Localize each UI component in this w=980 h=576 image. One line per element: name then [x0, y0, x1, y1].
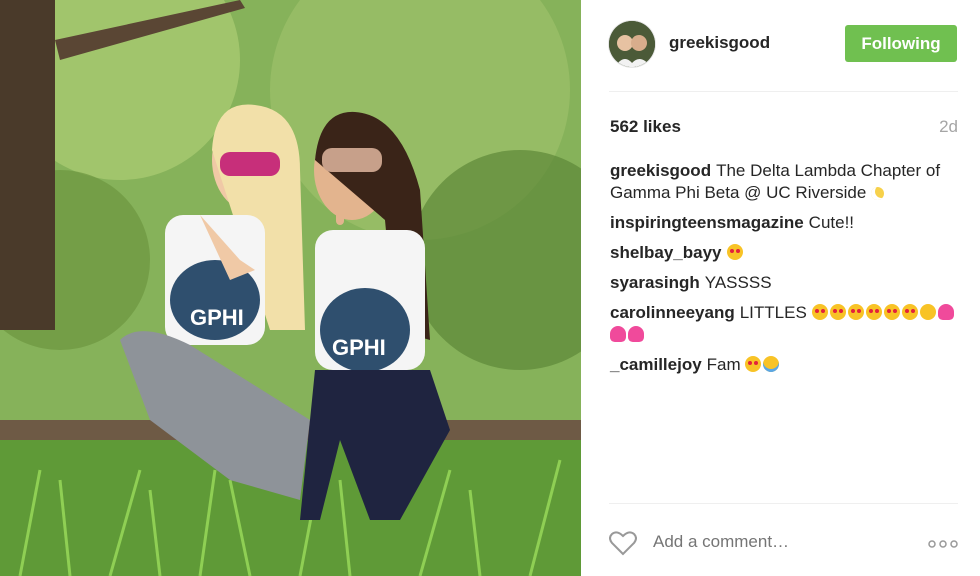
- comment-username[interactable]: shelbay_bayy: [610, 243, 722, 262]
- comment-username[interactable]: greekisgood: [610, 161, 711, 180]
- comment-item: inspiringteensmagazine Cute!!: [610, 212, 960, 234]
- following-button[interactable]: Following: [845, 25, 957, 62]
- heart-eyes-emoji-icon: [847, 304, 864, 320]
- comments-list: greekisgood The Delta Lambda Chapter of G…: [610, 160, 960, 384]
- comment-username[interactable]: syarasingh: [610, 273, 700, 292]
- comment-text: YASSSS: [704, 273, 772, 292]
- post-age[interactable]: 2d: [939, 117, 958, 137]
- comment-text: Fam: [706, 355, 746, 374]
- sob-emoji-icon: [763, 356, 780, 372]
- header-divider: [609, 91, 958, 92]
- post-photo[interactable]: GPHI GPHI: [0, 0, 581, 576]
- pink-heart-emoji-icon: [610, 326, 626, 342]
- post-header: greekisgood Following: [581, 0, 980, 92]
- comment-username[interactable]: inspiringteensmagazine: [610, 213, 804, 232]
- add-comment-input[interactable]: [653, 532, 903, 552]
- avatar-image: [609, 21, 655, 67]
- heart-outline-icon[interactable]: [609, 530, 637, 556]
- pink-heart-emoji-icon: [628, 326, 644, 342]
- shirt-text-right: GPHI: [332, 335, 386, 360]
- shirt-text-left: GPHI: [190, 305, 244, 330]
- comment-item: carolinneeyang LITTLES: [610, 302, 960, 346]
- comment-text: LITTLES: [739, 303, 812, 322]
- post-username[interactable]: greekisgood: [669, 33, 770, 53]
- heart-eyes-emoji-icon: [883, 304, 900, 320]
- moon-emoji-icon: [871, 187, 885, 200]
- comment-item: shelbay_bayy: [610, 242, 960, 264]
- weary-emoji-icon: [919, 304, 936, 320]
- footer-divider: [609, 503, 958, 504]
- comment-username[interactable]: _camillejoy: [610, 355, 702, 374]
- photo-illustration: GPHI GPHI: [0, 0, 581, 576]
- comment-item: _camillejoy Fam: [610, 354, 960, 376]
- pink-heart-emoji-icon: [937, 304, 954, 320]
- comment-item: greekisgood The Delta Lambda Chapter of G…: [610, 160, 960, 204]
- heart-eyes-emoji-icon: [726, 244, 743, 260]
- comment-username[interactable]: carolinneeyang: [610, 303, 735, 322]
- heart-eyes-emoji-icon: [829, 304, 846, 320]
- comment-text: Cute!!: [808, 213, 855, 232]
- heart-eyes-emoji-icon: [811, 304, 828, 320]
- comment-item: syarasingh YASSSS: [610, 272, 960, 294]
- avatar[interactable]: [609, 21, 655, 67]
- heart-eyes-emoji-icon: [745, 356, 762, 372]
- more-options-icon[interactable]: [928, 540, 958, 548]
- heart-eyes-emoji-icon: [901, 304, 918, 320]
- post-sidebar: greekisgood Following 562 likes 2d greek…: [581, 0, 980, 576]
- likes-count[interactable]: 562 likes: [610, 117, 681, 137]
- heart-eyes-emoji-icon: [865, 304, 882, 320]
